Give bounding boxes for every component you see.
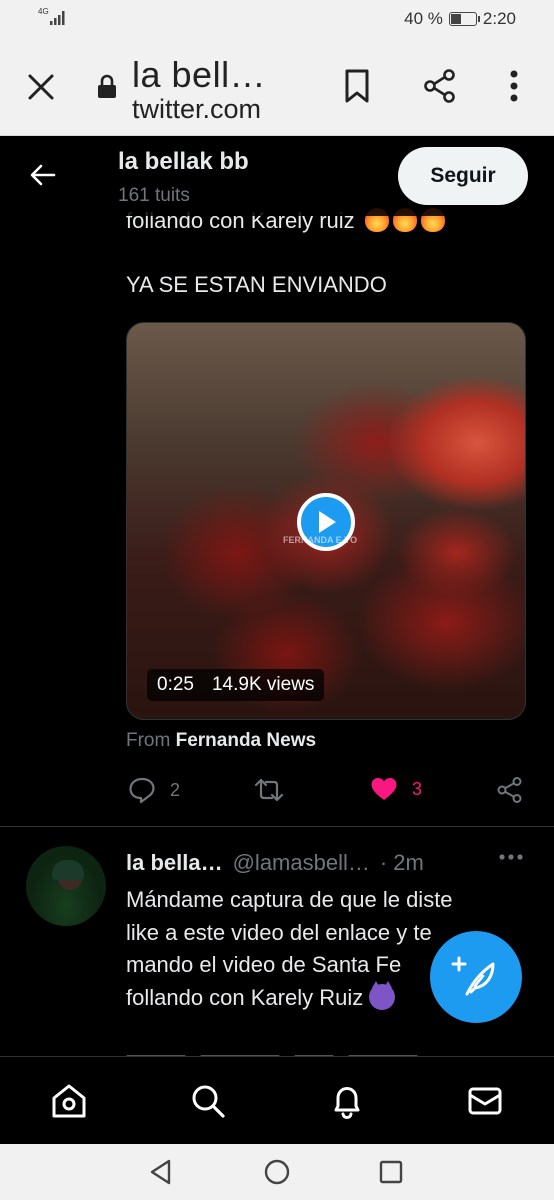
home-icon [52, 1084, 86, 1118]
signal-icon [50, 11, 65, 25]
like-button[interactable]: 3 [370, 776, 422, 802]
notifications-tab[interactable] [325, 1079, 369, 1123]
reply-count: 2 [170, 779, 181, 800]
share-icon[interactable] [422, 68, 458, 104]
video-meta: 0:25 14.9K views [147, 669, 325, 701]
nav-back-icon[interactable] [145, 1156, 177, 1188]
share-icon [497, 777, 522, 803]
bookmark-icon[interactable] [340, 68, 374, 104]
video-watermark: FERNANDA E.YO [283, 535, 358, 545]
back-arrow-icon[interactable] [28, 160, 58, 190]
home-tab[interactable] [47, 1079, 91, 1123]
profile-header: la bellak bb 161 tuits Seguir [0, 136, 554, 216]
nav-recents-icon[interactable] [375, 1156, 407, 1188]
profile-name: la bellak bb [118, 148, 249, 175]
smiling-devil-emoji-icon [369, 980, 396, 1010]
retweet-button[interactable] [254, 776, 284, 804]
compose-tweet-button[interactable] [430, 931, 522, 1023]
envelope-icon [468, 1087, 502, 1115]
bottom-navigation [0, 1056, 554, 1144]
browser-url[interactable]: twitter.com [132, 94, 261, 125]
reply-button[interactable]: 2 [128, 776, 180, 804]
tweet-actions: 2 3 [126, 776, 526, 808]
retweet-icon [254, 778, 284, 802]
messages-tab[interactable] [463, 1079, 507, 1123]
lock-icon [98, 74, 116, 98]
browser-toolbar: la bell… twitter.com [0, 38, 554, 136]
clock: 2:20 [482, 9, 516, 28]
search-tab[interactable] [186, 1079, 230, 1123]
browser-page-title: la bell… [132, 54, 267, 95]
avatar[interactable] [26, 846, 106, 926]
video-views: 14.9K views [211, 674, 315, 695]
heart-filled-icon [371, 778, 397, 800]
video-player[interactable]: FERNANDA E.YO 0:25 14.9K views [126, 322, 526, 720]
more-vertical-icon[interactable] [500, 68, 528, 104]
search-icon [192, 1085, 225, 1118]
compose-feather-icon [451, 956, 495, 996]
system-navigation [0, 1144, 554, 1200]
close-icon[interactable] [24, 70, 58, 104]
video-source: From Fernanda News [126, 730, 317, 751]
tweet-count: 161 tuits [118, 185, 190, 206]
like-count: 3 [412, 778, 423, 799]
status-bar: 4G 40 % 2:20 [0, 0, 554, 38]
network-type: 4G [38, 7, 49, 16]
more-horizontal-icon[interactable] [498, 852, 524, 862]
follow-button[interactable]: Seguir [398, 147, 528, 205]
nav-home-icon[interactable] [261, 1156, 293, 1188]
video-source-link[interactable]: Fernanda News [176, 730, 316, 751]
play-icon [319, 511, 336, 533]
tweet-text: YA SE ESTAN ENVIANDO [126, 272, 387, 297]
tweet-time[interactable]: · 2m [380, 850, 424, 876]
bell-icon [334, 1087, 360, 1120]
tweet-divider [0, 826, 554, 827]
tweet-header: la bella… @lamasbell… · 2m [126, 850, 424, 876]
battery-percent: 40 % [404, 9, 443, 28]
author-handle[interactable]: @lamasbell… [233, 850, 370, 876]
battery-icon [448, 12, 480, 26]
video-duration: 0:25 [157, 674, 194, 695]
share-tweet-button[interactable] [496, 776, 524, 804]
reply-icon [129, 777, 155, 804]
author-name[interactable]: la bella… [126, 850, 223, 876]
